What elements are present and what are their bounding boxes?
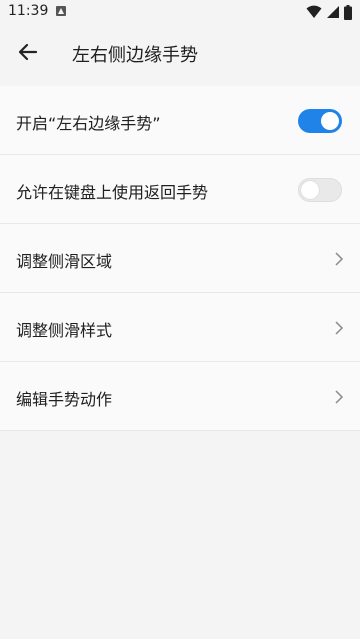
enable-edge-gestures-toggle[interactable] <box>298 109 342 133</box>
signal-icon <box>327 6 339 18</box>
chevron-right-icon <box>335 252 344 266</box>
setting-label: 允许在键盘上使用返回手势 <box>16 183 209 202</box>
status-bar: 11:39 <box>0 0 360 24</box>
battery-icon <box>344 4 352 20</box>
setting-enable-edge-gestures[interactable]: 开启“左右边缘手势” <box>0 86 360 155</box>
page-title: 左右侧边缘手势 <box>72 45 198 66</box>
app-bar: 左右侧边缘手势 <box>0 24 360 80</box>
chevron-right-icon <box>335 390 344 404</box>
setting-label: 编辑手势动作 <box>16 390 113 409</box>
setting-adjust-swipe-style[interactable]: 调整侧滑样式 <box>0 293 360 362</box>
status-time: 11:39 <box>8 3 49 19</box>
text-icon <box>56 6 66 16</box>
wifi-icon <box>306 5 322 18</box>
keyboard-back-gesture-toggle[interactable] <box>298 178 342 202</box>
setting-adjust-swipe-area[interactable]: 调整侧滑区域 <box>0 224 360 293</box>
setting-label: 调整侧滑区域 <box>16 252 113 271</box>
back-arrow-icon <box>18 43 38 61</box>
chevron-right-icon <box>335 321 344 335</box>
setting-edit-gesture-actions[interactable]: 编辑手势动作 <box>0 362 360 431</box>
settings-list: 开启“左右边缘手势” 允许在键盘上使用返回手势 调整侧滑区域 调整侧滑样式 编辑… <box>0 86 360 431</box>
back-button[interactable] <box>14 38 42 66</box>
setting-keyboard-back-gesture[interactable]: 允许在键盘上使用返回手势 <box>0 155 360 224</box>
status-icons <box>306 4 352 20</box>
setting-label: 调整侧滑样式 <box>16 321 113 340</box>
setting-label: 开启“左右边缘手势” <box>16 114 161 133</box>
